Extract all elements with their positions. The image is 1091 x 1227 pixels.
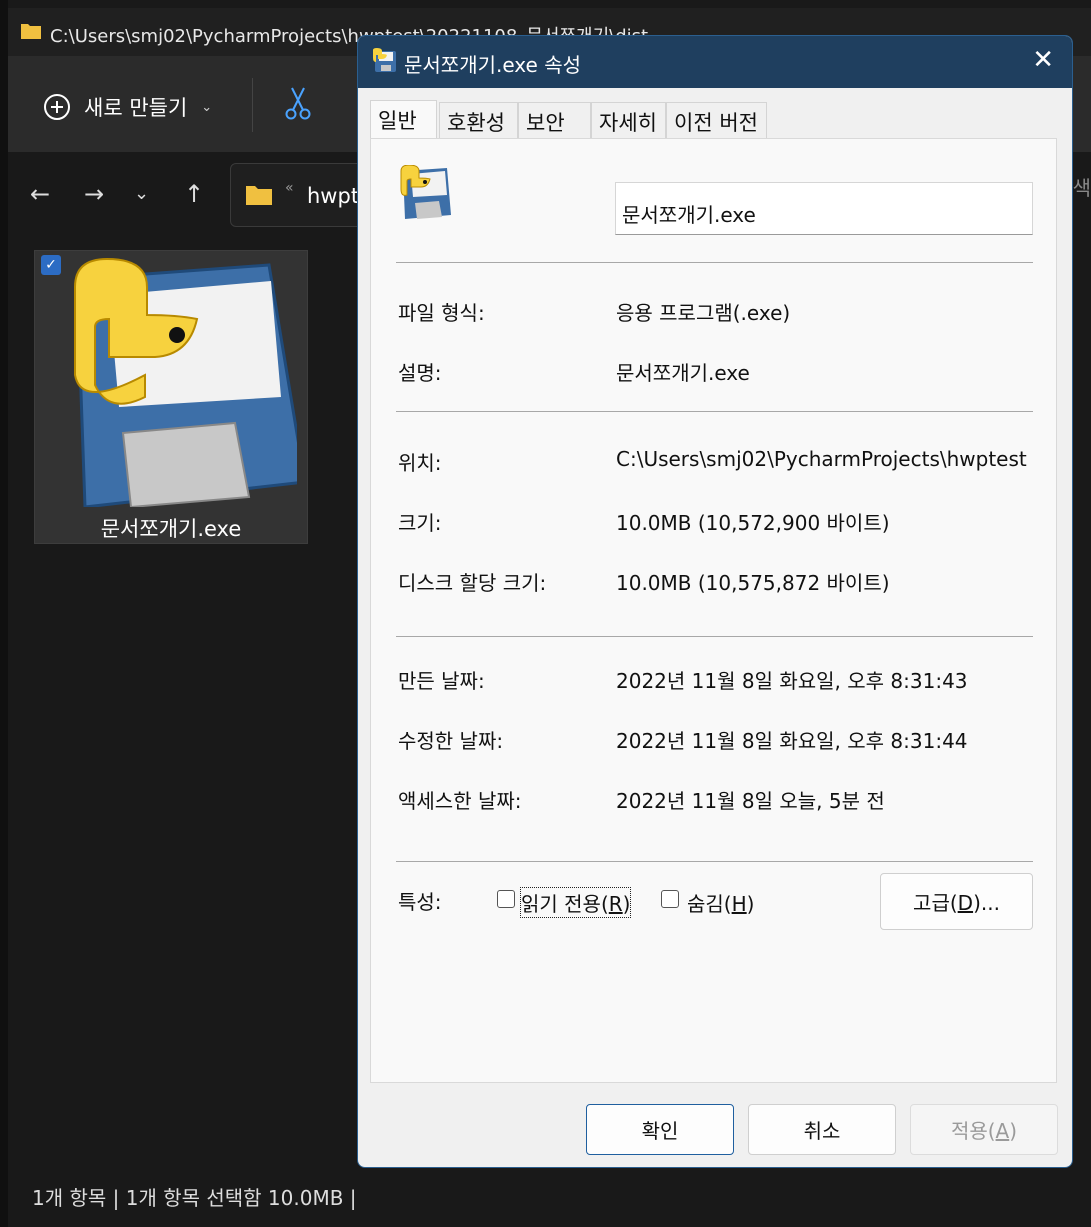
divider xyxy=(396,636,1033,637)
folder-icon xyxy=(246,186,272,205)
ok-button[interactable]: 확인 xyxy=(586,1104,734,1155)
python-floppy-icon xyxy=(400,165,451,219)
accessed-value: 2022년 11월 8일 오늘, 5분 전 xyxy=(616,789,885,813)
filename-field[interactable] xyxy=(615,182,1033,235)
back-arrow-icon[interactable]: ← xyxy=(30,182,50,206)
python-floppy-icon xyxy=(74,257,297,507)
divider xyxy=(396,861,1033,862)
created-label: 만든 날짜: xyxy=(398,669,485,693)
description-value: 문서쪼개기.exe xyxy=(616,361,750,385)
general-tab-panel: 파일 형식: 응용 프로그램(.exe) 설명: 문서쪼개기.exe 위치: C… xyxy=(370,138,1057,1083)
properties-dialog: 문서쪼개기.exe 속성 ✕ 일반 호환성 보안 자세히 이전 버전 파일 형식… xyxy=(357,35,1073,1168)
ribbon-divider xyxy=(252,78,253,132)
forward-arrow-icon[interactable]: → xyxy=(84,182,104,206)
status-text: 1개 항목 | 1개 항목 선택함 10.0MB | xyxy=(32,1186,357,1210)
breadcrumb-overflow[interactable]: « xyxy=(285,180,294,196)
description-label: 설명: xyxy=(398,361,442,385)
close-icon[interactable]: ✕ xyxy=(1032,46,1054,74)
folder-icon xyxy=(21,24,41,39)
file-type-label: 파일 형식: xyxy=(398,301,485,325)
created-value: 2022년 11월 8일 화요일, 오후 8:31:43 xyxy=(616,669,968,693)
hidden-label[interactable]: 숨김(H) xyxy=(687,888,754,917)
apply-button[interactable]: 적용(A) xyxy=(910,1104,1058,1155)
new-button[interactable]: 새로 만들기 ⌄ xyxy=(44,92,212,122)
location-value[interactable]: C:\Users\smj02\PycharmProjects\hwptest xyxy=(616,447,1027,471)
left-edge-strip xyxy=(0,0,8,1227)
file-type-value: 응용 프로그램(.exe) xyxy=(616,301,791,325)
advanced-button[interactable]: 고급(D)... xyxy=(880,873,1033,930)
readonly-checkbox[interactable] xyxy=(497,890,515,908)
cancel-button[interactable]: 취소 xyxy=(748,1104,896,1155)
recent-chevron-icon[interactable]: ⌄ xyxy=(134,182,149,206)
new-button-label: 새로 만들기 xyxy=(84,96,188,120)
up-arrow-icon[interactable]: ↑ xyxy=(184,182,204,206)
attributes-label: 특성: xyxy=(398,890,442,914)
hidden-checkbox[interactable] xyxy=(661,890,679,908)
modified-label: 수정한 날짜: xyxy=(398,729,504,753)
size-value: 10.0MB (10,572,900 바이트) xyxy=(616,511,890,535)
size-label: 크기: xyxy=(398,511,442,535)
python-floppy-icon xyxy=(373,48,396,72)
accessed-label: 액세스한 날짜: xyxy=(398,789,522,813)
location-label: 위치: xyxy=(398,451,442,475)
status-bar: 1개 항목 | 1개 항목 선택함 10.0MB | xyxy=(8,1170,1091,1227)
scissors-icon[interactable] xyxy=(284,86,312,120)
disk-size-value: 10.0MB (10,575,872 바이트) xyxy=(616,571,890,595)
disk-size-label: 디스크 할당 크기: xyxy=(398,571,547,595)
divider xyxy=(396,411,1033,412)
plus-icon xyxy=(44,94,70,120)
search-box-hint[interactable]: 색 xyxy=(1073,172,1091,201)
tab-general[interactable]: 일반 xyxy=(370,100,437,138)
readonly-label[interactable]: 읽기 전용(R) xyxy=(519,887,632,918)
tab-previous-versions[interactable]: 이전 버전 xyxy=(666,102,767,138)
file-item[interactable]: ✓ 문서쪼개기.exe xyxy=(34,250,308,544)
selection-checkbox[interactable]: ✓ xyxy=(41,255,61,275)
dialog-titlebar[interactable]: 문서쪼개기.exe 속성 ✕ xyxy=(358,36,1072,88)
dialog-title: 문서쪼개기.exe 속성 xyxy=(404,53,581,77)
modified-value: 2022년 11월 8일 화요일, 오후 8:31:44 xyxy=(616,729,968,753)
file-name-label: 문서쪼개기.exe xyxy=(100,517,242,541)
chevron-down-icon: ⌄ xyxy=(201,99,213,115)
tab-compatibility[interactable]: 호환성 xyxy=(439,102,518,138)
divider xyxy=(396,262,1033,263)
tab-security[interactable]: 보안 xyxy=(518,102,591,138)
tab-details[interactable]: 자세히 xyxy=(591,102,666,138)
